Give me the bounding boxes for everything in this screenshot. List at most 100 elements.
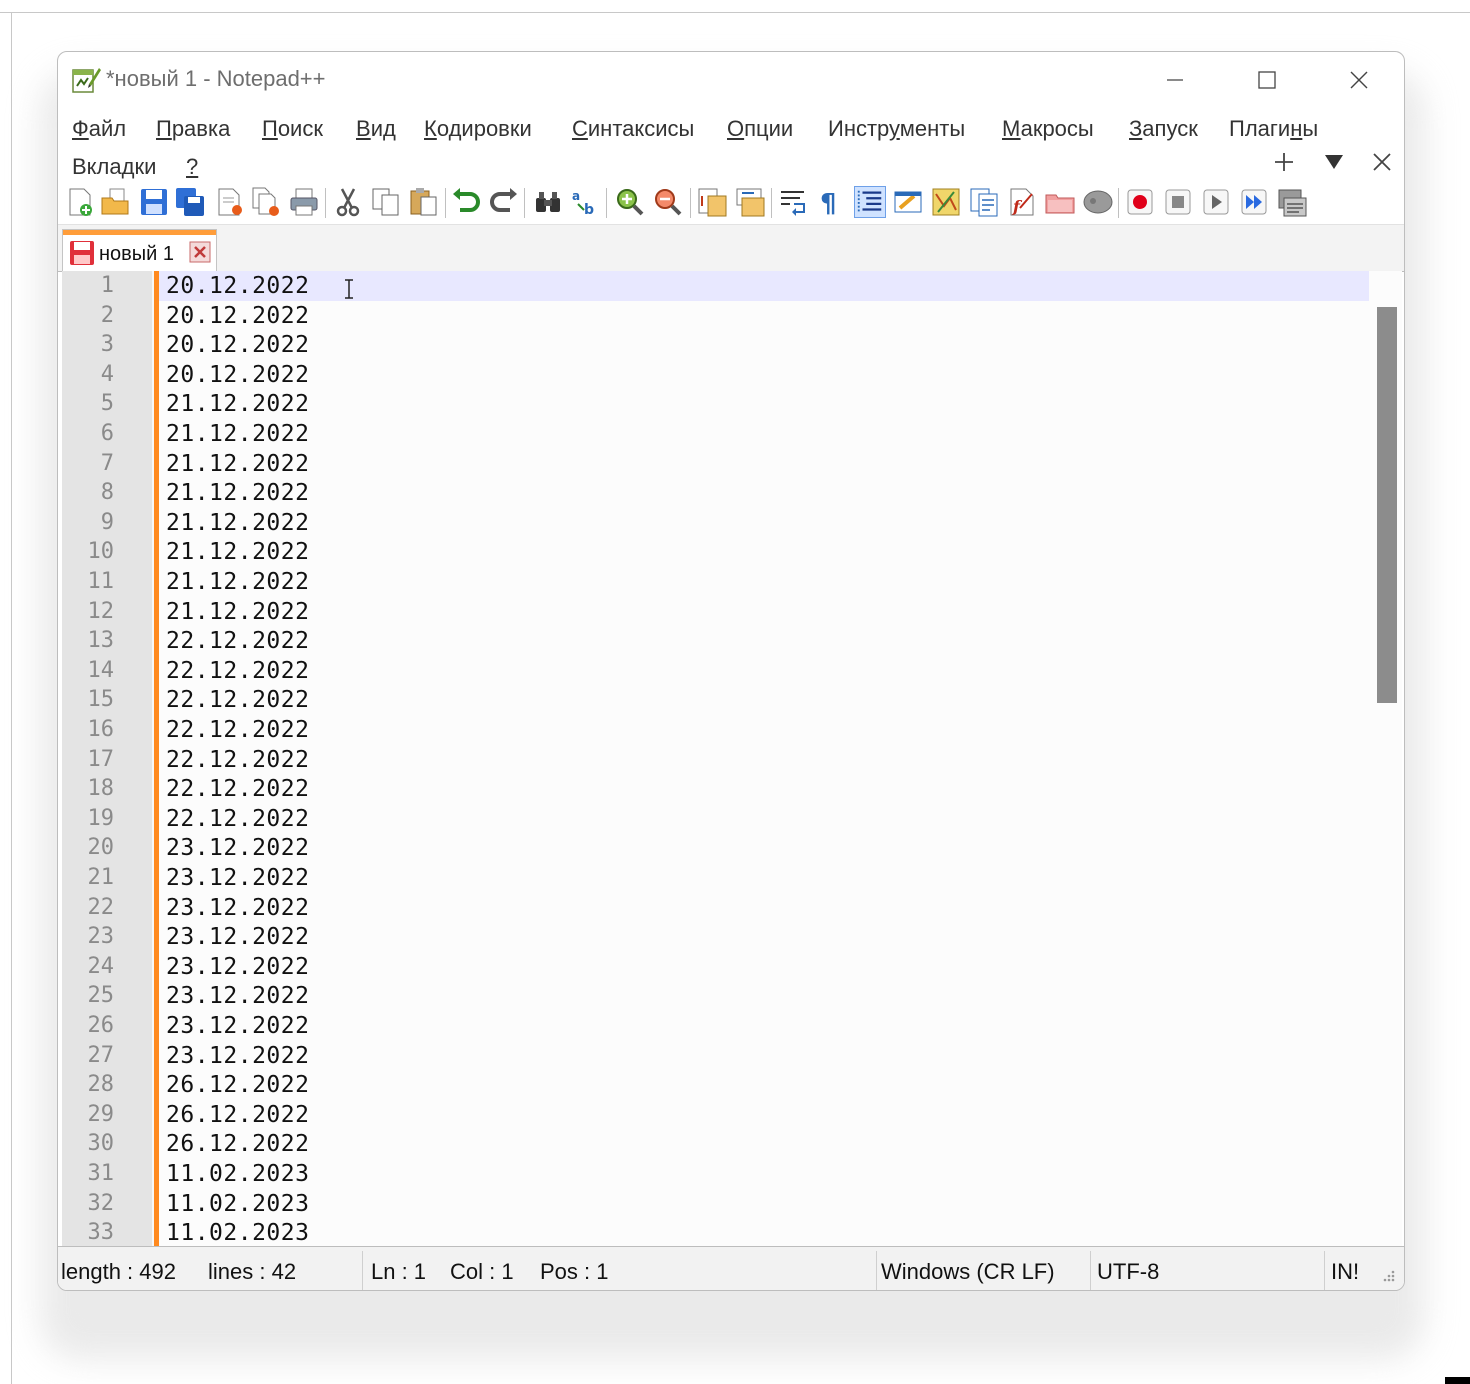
redo-icon[interactable] (488, 186, 520, 218)
editor-line[interactable]: 12 21.12.2022 (62, 597, 1362, 627)
save-all-icon[interactable] (174, 186, 206, 218)
menu-encoding[interactable]: Кодировки (424, 116, 532, 142)
editor-line[interactable]: 1 20.12.2022 (62, 271, 1362, 301)
editor-line[interactable]: 2 20.12.2022 (62, 301, 1362, 331)
editor-line[interactable]: 17 22.12.2022 (62, 745, 1362, 775)
line-text[interactable]: 23.12.2022 (166, 922, 309, 952)
line-text[interactable]: 22.12.2022 (166, 685, 309, 715)
line-text[interactable]: 26.12.2022 (166, 1100, 309, 1130)
menu-tabs[interactable]: Вкладки (72, 154, 156, 180)
editor-line[interactable]: 28 26.12.2022 (62, 1070, 1362, 1100)
close-all-icon[interactable] (250, 186, 282, 218)
line-text[interactable]: 23.12.2022 (166, 833, 309, 863)
editor-line[interactable]: 16 22.12.2022 (62, 715, 1362, 745)
line-text[interactable]: 21.12.2022 (166, 389, 309, 419)
line-text[interactable]: 20.12.2022 (166, 330, 309, 360)
editor-line[interactable]: 5 21.12.2022 (62, 389, 1362, 419)
line-text[interactable]: 21.12.2022 (166, 508, 309, 538)
play-macro-icon[interactable] (1200, 186, 1232, 218)
editor-line[interactable]: 18 22.12.2022 (62, 774, 1362, 804)
menu-tools[interactable]: Инструменты (828, 116, 965, 142)
sync-vertical-icon[interactable] (696, 186, 728, 218)
editor-line[interactable]: 9 21.12.2022 (62, 508, 1362, 538)
line-text[interactable]: 20.12.2022 (166, 301, 309, 331)
line-text[interactable]: 11.02.2023 (166, 1218, 309, 1246)
function-list-icon[interactable] (968, 186, 1000, 218)
open-file-icon[interactable] (100, 186, 132, 218)
minimize-button[interactable] (1152, 60, 1198, 100)
menu-search[interactable]: Поиск (262, 116, 323, 142)
editor-line[interactable]: 3 20.12.2022 (62, 330, 1362, 360)
line-text[interactable]: 11.02.2023 (166, 1189, 309, 1219)
line-text[interactable]: 23.12.2022 (166, 893, 309, 923)
status-eol[interactable]: Windows (CR LF) (881, 1259, 1055, 1285)
editor-line[interactable]: 31 11.02.2023 (62, 1159, 1362, 1189)
line-text[interactable]: 21.12.2022 (166, 567, 309, 597)
tab-new-1[interactable]: новый 1 (62, 229, 217, 271)
line-text[interactable]: 21.12.2022 (166, 478, 309, 508)
editor-line[interactable]: 27 23.12.2022 (62, 1041, 1362, 1071)
resize-grip-icon[interactable] (1380, 1263, 1396, 1289)
line-text[interactable]: 20.12.2022 (166, 271, 309, 301)
close-button[interactable] (1336, 60, 1382, 100)
line-text[interactable]: 22.12.2022 (166, 774, 309, 804)
monitoring-icon[interactable] (1082, 186, 1114, 218)
status-encoding[interactable]: UTF-8 (1097, 1259, 1159, 1285)
add-tab-button[interactable] (1272, 150, 1296, 182)
show-all-chars-icon[interactable]: ¶ (814, 186, 846, 219)
close-file-icon[interactable] (214, 186, 246, 218)
title-bar[interactable]: *новый 1 - Notepad++ (58, 52, 1404, 108)
editor-line[interactable]: 6 21.12.2022 (62, 419, 1362, 449)
editor-line[interactable]: 33 11.02.2023 (62, 1218, 1362, 1246)
line-text[interactable]: 23.12.2022 (166, 1041, 309, 1071)
editor-line[interactable]: 25 23.12.2022 (62, 981, 1362, 1011)
replace-icon[interactable]: ab (570, 186, 602, 218)
editor-line[interactable]: 7 21.12.2022 (62, 449, 1362, 479)
line-text[interactable]: 26.12.2022 (166, 1070, 309, 1100)
scrollbar-thumb[interactable] (1377, 307, 1397, 703)
record-macro-icon[interactable] (1124, 186, 1156, 218)
status-insert-mode[interactable]: IN! (1331, 1259, 1361, 1285)
sync-horizontal-icon[interactable] (734, 186, 766, 218)
line-text[interactable]: 11.02.2023 (166, 1159, 309, 1189)
line-text[interactable]: 23.12.2022 (166, 981, 309, 1011)
save-macro-icon[interactable] (1276, 186, 1308, 218)
editor-line[interactable]: 11 21.12.2022 (62, 567, 1362, 597)
new-file-icon[interactable] (64, 186, 96, 218)
line-text[interactable]: 23.12.2022 (166, 952, 309, 982)
line-text[interactable]: 22.12.2022 (166, 745, 309, 775)
indent-guide-icon[interactable] (854, 186, 886, 218)
maximize-button[interactable] (1244, 60, 1290, 100)
line-text[interactable]: 26.12.2022 (166, 1129, 309, 1159)
find-icon[interactable] (532, 186, 564, 218)
editor-line[interactable]: 8 21.12.2022 (62, 478, 1362, 508)
menu-run[interactable]: Запуск (1129, 116, 1198, 142)
line-text[interactable]: 23.12.2022 (166, 863, 309, 893)
vertical-scrollbar[interactable] (1372, 271, 1402, 1246)
editor-line[interactable]: 22 23.12.2022 (62, 893, 1362, 923)
cut-icon[interactable] (332, 186, 364, 218)
editor-line[interactable]: 29 26.12.2022 (62, 1100, 1362, 1130)
undo-icon[interactable] (450, 186, 482, 218)
editor-line[interactable]: 23 23.12.2022 (62, 922, 1362, 952)
close-tab-button[interactable] (1370, 150, 1394, 182)
editor-line[interactable]: 13 22.12.2022 (62, 626, 1362, 656)
editor-line[interactable]: 20 23.12.2022 (62, 833, 1362, 863)
menu-edit[interactable]: Правка (156, 116, 230, 142)
editor-line[interactable]: 24 23.12.2022 (62, 952, 1362, 982)
word-wrap-icon[interactable] (778, 186, 810, 218)
line-text[interactable]: 22.12.2022 (166, 656, 309, 686)
line-text[interactable]: 23.12.2022 (166, 1011, 309, 1041)
save-icon[interactable] (138, 186, 170, 218)
paste-icon[interactable] (408, 186, 440, 218)
line-text[interactable]: 21.12.2022 (166, 597, 309, 627)
zoom-out-icon[interactable] (652, 186, 684, 218)
menu-help[interactable]: ? (186, 154, 198, 180)
editor-line[interactable]: 21 23.12.2022 (62, 863, 1362, 893)
tab-list-button[interactable] (1322, 150, 1346, 182)
tab-close-icon[interactable] (189, 241, 211, 267)
editor-line[interactable]: 15 22.12.2022 (62, 685, 1362, 715)
line-text[interactable]: 20.12.2022 (166, 360, 309, 390)
document-list-icon[interactable]: f (1006, 186, 1038, 218)
user-defined-language-icon[interactable] (892, 186, 924, 218)
